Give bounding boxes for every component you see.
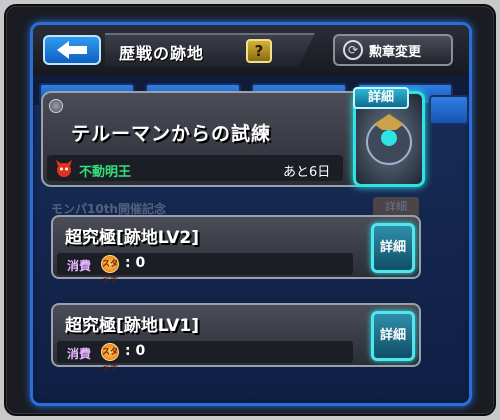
background-event-detail: 詳細 [373, 197, 419, 217]
event-title: テルーマンからの試練 [71, 123, 272, 145]
cost-label: 消費 [67, 347, 92, 361]
help-button[interactable]: ? [246, 39, 272, 63]
quest-detail-button[interactable]: 詳細 [371, 223, 415, 273]
stamina-icon: スタミナ [101, 343, 119, 372]
back-arrow-icon [57, 41, 87, 59]
medal-swap-label: 勲章変更 [369, 44, 422, 60]
page-title: 歴戦の跡地 [119, 44, 205, 63]
cost-value: : 0 [125, 255, 146, 271]
medal-swap-button[interactable]: ⟳ 勲章変更 [333, 34, 453, 66]
cost-label: 消費 [67, 259, 92, 273]
refresh-icon: ⟳ [343, 40, 363, 60]
quest-screen: 歴戦の跡地 ? ⟳ 勲章変更 テルーマンからの試練 不動明王 あと6日 詳細 モ… [30, 22, 472, 406]
demon-icon [56, 160, 72, 177]
back-button[interactable] [43, 35, 101, 65]
stamina-icon: スタミナ [101, 255, 119, 284]
days-left: あと6日 [283, 165, 331, 180]
cost-value: : 0 [125, 343, 146, 359]
quest-detail-button[interactable]: 詳細 [371, 311, 415, 361]
quest-card[interactable]: 超究極[跡地LV2] 消費 スタミナ : 0 詳細 [51, 215, 421, 284]
quest-name: 超究極[跡地LV2] [65, 228, 200, 248]
event-detail-button[interactable]: 詳細 [353, 87, 409, 109]
boss-name: 不動明王 [79, 165, 132, 180]
quest-name: 超究極[跡地LV1] [65, 316, 200, 336]
banner-pin-icon [49, 99, 63, 113]
header-bar: 歴戦の跡地 ? ⟳ 勲章変更 [33, 25, 469, 75]
quest-card[interactable]: 超究極[跡地LV1] 消費 スタミナ : 0 詳細 [51, 303, 421, 372]
banner-next-tab[interactable] [429, 95, 469, 125]
